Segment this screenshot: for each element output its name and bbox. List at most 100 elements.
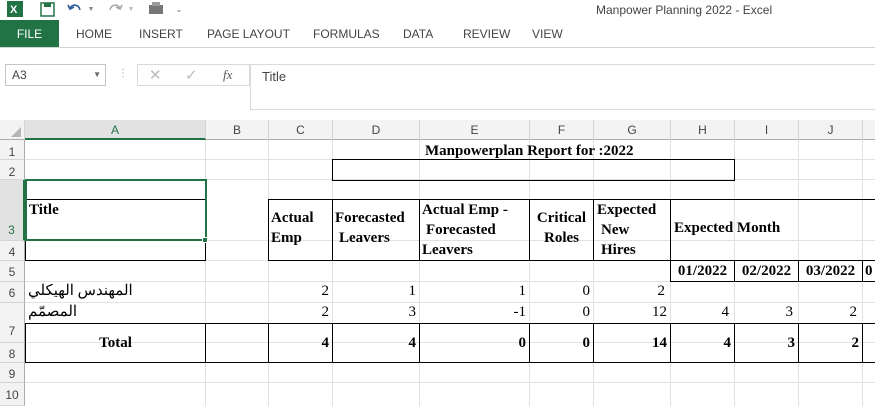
- column-header-j[interactable]: J: [799, 120, 863, 140]
- insert-function-icon[interactable]: fx: [223, 67, 232, 83]
- row-header-2[interactable]: 2: [0, 160, 25, 180]
- cancel-icon[interactable]: ✕: [149, 66, 162, 84]
- row5-actual[interactable]: 2: [268, 281, 332, 302]
- tab-formulas[interactable]: FORMULAS: [313, 20, 380, 47]
- column-header-e[interactable]: E: [420, 120, 530, 140]
- column-headers: A B C D E F G H I J: [0, 120, 875, 140]
- row6-month-1[interactable]: 4: [670, 302, 734, 323]
- row6-diff[interactable]: -1: [419, 302, 529, 323]
- touch-mode-icon[interactable]: [146, 0, 166, 18]
- header-critical-roles[interactable]: Critical Roles: [529, 199, 594, 261]
- row6-critical[interactable]: 0: [529, 302, 593, 323]
- row6-forecasted[interactable]: 3: [332, 302, 419, 323]
- select-all-corner[interactable]: [0, 120, 25, 140]
- row5-critical[interactable]: 0: [529, 281, 593, 302]
- header-actual-emp-line1: Actual: [271, 210, 314, 226]
- header-expected-month-label: Expected Month: [674, 220, 781, 236]
- header-diff-line2: Forecasted: [426, 222, 496, 238]
- total-forecasted[interactable]: 4: [332, 323, 420, 363]
- redo-dropdown-icon[interactable]: ▼: [127, 0, 135, 18]
- total-label[interactable]: Total: [25, 323, 206, 363]
- header-critical-line2: Roles: [544, 230, 579, 246]
- row6-actual[interactable]: 2: [268, 302, 332, 323]
- report-title: Manpowerplan Report for :2022: [425, 143, 634, 159]
- undo-icon[interactable]: [66, 0, 84, 18]
- cell-area: Manpowerplan Report for :2022 Title Actu…: [25, 140, 875, 406]
- enter-icon[interactable]: ✓: [185, 66, 198, 84]
- row-header-7[interactable]: 7: [0, 303, 25, 343]
- column-header-c[interactable]: C: [269, 120, 333, 140]
- name-box-dropdown-icon[interactable]: ▼: [93, 65, 101, 85]
- tab-file[interactable]: FILE: [0, 20, 59, 47]
- header-actual-emp[interactable]: Actual Emp: [268, 199, 333, 261]
- row6-title[interactable]: المصمّم: [25, 302, 205, 323]
- month-3[interactable]: 03/2022: [798, 260, 863, 282]
- row6-hires[interactable]: 12: [593, 302, 670, 323]
- name-box[interactable]: A3 ▼: [5, 64, 106, 86]
- row-header-4[interactable]: 4: [0, 241, 25, 261]
- customize-toolbar-icon[interactable]: ⌄: [174, 0, 184, 18]
- row6-month-2[interactable]: 3: [734, 302, 798, 323]
- header-expected-line1: Expected: [597, 202, 657, 218]
- worksheet-grid: A B C D E F G H I J 1 2 3 4 5 6 7 8 9 10: [0, 120, 875, 406]
- total-critical[interactable]: 0: [529, 323, 594, 363]
- column-header-d[interactable]: D: [333, 120, 420, 140]
- column-header-a[interactable]: A: [25, 120, 206, 140]
- row6-month-3[interactable]: 2: [798, 302, 862, 323]
- row-header-5[interactable]: 5: [0, 261, 25, 282]
- total-b-cell[interactable]: [205, 323, 269, 363]
- header-actual-minus-forecasted[interactable]: Actual Emp - Forecasted Leavers: [419, 199, 530, 261]
- excel-logo-icon: X: [6, 0, 24, 18]
- row5-title[interactable]: المهندس الهيكلي: [25, 281, 205, 302]
- total-month-4-partial[interactable]: [862, 323, 875, 363]
- row-header-6[interactable]: 6: [0, 282, 25, 303]
- month-1[interactable]: 01/2022: [670, 260, 735, 282]
- tab-data[interactable]: DATA: [403, 20, 433, 47]
- row-header-8[interactable]: 8: [0, 343, 25, 363]
- column-header-i[interactable]: I: [735, 120, 799, 140]
- fill-handle[interactable]: [202, 237, 208, 243]
- svg-text:X: X: [10, 4, 18, 16]
- formula-buttons: ✕ ✓ fx: [137, 64, 250, 86]
- row5-forecasted[interactable]: 1: [332, 281, 419, 302]
- total-month-2[interactable]: 3: [734, 323, 799, 363]
- row-header-10[interactable]: 10: [0, 383, 25, 406]
- header-expected-line2: New: [601, 222, 630, 238]
- formula-input[interactable]: Title: [250, 64, 875, 110]
- tab-page-layout[interactable]: PAGE LAYOUT: [207, 20, 290, 47]
- total-month-3[interactable]: 2: [798, 323, 863, 363]
- tab-home[interactable]: HOME: [76, 20, 112, 47]
- tab-review[interactable]: REVIEW: [463, 20, 510, 47]
- column-header-b[interactable]: B: [206, 120, 269, 140]
- save-icon[interactable]: [38, 0, 56, 18]
- total-month-1[interactable]: 4: [670, 323, 735, 363]
- total-actual[interactable]: 4: [268, 323, 333, 363]
- header-forecasted-leavers[interactable]: Forecasted Leavers: [332, 199, 420, 261]
- header-actual-emp-line2: Emp: [271, 230, 302, 246]
- header-diff-line1: Actual Emp -: [422, 202, 508, 218]
- column-header-g[interactable]: G: [594, 120, 671, 140]
- header-expected-new-hires[interactable]: Expected New Hires: [593, 199, 671, 261]
- month-4-partial[interactable]: 0: [862, 260, 875, 282]
- more-options-icon[interactable]: ⋮: [118, 68, 128, 79]
- tab-view[interactable]: VIEW: [532, 20, 563, 47]
- row-header-9[interactable]: 9: [0, 363, 25, 383]
- tab-insert[interactable]: INSERT: [139, 20, 183, 47]
- report-title-cell[interactable]: [332, 159, 735, 181]
- row5-diff[interactable]: 1: [419, 281, 529, 302]
- column-header-h[interactable]: H: [671, 120, 735, 140]
- header-critical-line1: Critical: [536, 210, 587, 226]
- header-expected-month[interactable]: Expected Month: [670, 199, 875, 261]
- total-hires[interactable]: 14: [593, 323, 671, 363]
- row-header-1[interactable]: 1: [0, 140, 25, 160]
- row5-hires[interactable]: 2: [593, 281, 670, 302]
- redo-icon[interactable]: [106, 0, 124, 18]
- month-2[interactable]: 02/2022: [734, 260, 799, 282]
- name-box-value: A3: [12, 68, 27, 82]
- header-diff-line3: Leavers: [422, 242, 473, 258]
- total-diff[interactable]: 0: [419, 323, 530, 363]
- undo-dropdown-icon[interactable]: ▼: [87, 0, 95, 18]
- header-title: Title: [29, 202, 59, 218]
- column-header-f[interactable]: F: [530, 120, 594, 140]
- row-header-3[interactable]: 3: [0, 180, 25, 241]
